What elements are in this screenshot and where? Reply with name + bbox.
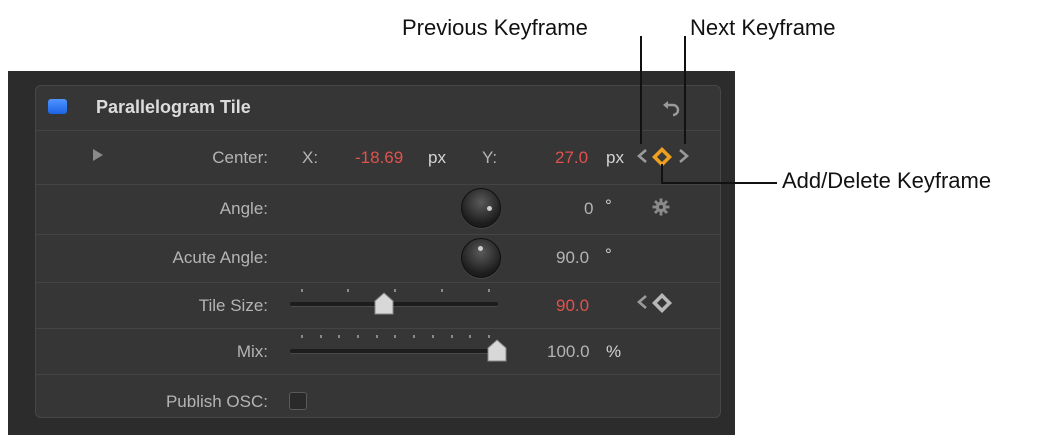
filter-title: Parallelogram Tile [96,97,251,117]
row-divider [36,184,720,185]
slider-tick [357,335,359,338]
angle-unit: ° [605,196,612,215]
slider-tick [488,335,490,338]
angle-value[interactable]: 0 [584,199,593,219]
center-y-value[interactable]: 27.0 [555,148,588,168]
row-divider [36,282,720,283]
row-divider [36,328,720,329]
angle-dial[interactable] [461,188,501,228]
center-x-value[interactable]: -18.69 [355,148,403,168]
leader-previous-keyframe [640,36,642,144]
mix-value[interactable]: 100.0 [547,342,590,362]
leader-add-delete-v [661,164,663,184]
tile-size-value[interactable]: 90.0 [556,296,589,316]
angle-dial-indicator [487,206,492,211]
row-divider [36,234,720,235]
slider-tick [441,289,443,292]
slider-tick [301,335,303,338]
next-keyframe-icon[interactable] [678,148,690,164]
center-x-label: X: [302,148,319,167]
acute-angle-value[interactable]: 90.0 [556,248,589,268]
slider-tick [376,335,378,338]
row-divider [36,130,720,131]
callout-add-delete-keyframe: Add/Delete Keyframe [782,168,992,193]
previous-keyframe-icon[interactable] [636,148,648,164]
previous-keyframe-icon[interactable] [636,294,648,310]
mix-unit: % [606,342,622,361]
publish-osc-checkbox[interactable] [289,392,307,410]
acute-angle-label: Acute Angle: [172,248,268,267]
slider-tick [488,289,490,292]
slider-tick [451,335,453,338]
leader-next-keyframe [684,36,686,144]
slider-tick [320,335,322,338]
mix-label: Mix: [236,342,268,361]
center-y-label: Y: [482,148,498,167]
angle-label: Angle: [219,199,268,218]
keyframe-diamond-icon[interactable] [651,292,673,314]
center-y-unit: px [606,148,624,167]
reset-arrow-icon[interactable] [661,95,683,117]
tile-size-label: Tile Size: [198,296,268,315]
callout-previous-keyframe: Previous Keyframe [402,15,588,40]
slider-tick [469,335,471,338]
acute-angle-unit: ° [605,245,612,264]
slider-tick [347,289,349,292]
tile-size-slider-thumb[interactable] [373,292,395,316]
publish-osc-label: Publish OSC: [165,392,268,411]
slider-tick [413,335,415,338]
callout-next-keyframe: Next Keyframe [690,15,836,40]
leader-add-delete-h [661,182,777,184]
acute-angle-dial[interactable] [461,238,501,278]
acute-angle-dial-indicator [478,246,483,251]
slider-tick [394,335,396,338]
slider-tick [432,335,434,338]
center-x-unit: px [428,148,446,167]
slider-tick [301,289,303,292]
center-label: Center: [212,148,268,167]
row-divider [36,374,720,375]
enable-checkbox[interactable] [48,99,67,114]
gear-icon[interactable] [652,198,670,216]
slider-tick [338,335,340,338]
mix-slider-thumb[interactable] [486,339,508,363]
mix-slider-track[interactable] [290,349,498,354]
